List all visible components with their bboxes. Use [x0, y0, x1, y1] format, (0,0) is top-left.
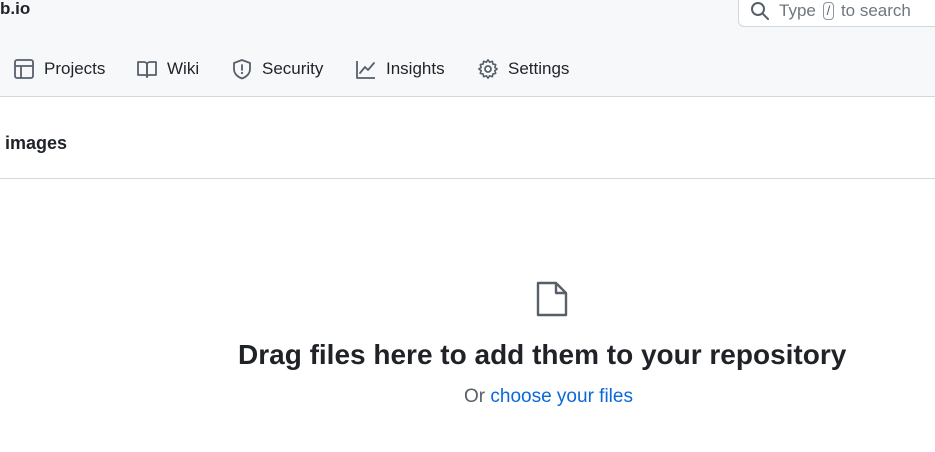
tab-security[interactable]: Security: [231, 52, 323, 86]
search-icon: [751, 2, 769, 20]
tab-settings[interactable]: Settings: [477, 52, 569, 86]
file-icon: [536, 281, 568, 317]
tab-projects-label: Projects: [44, 59, 106, 78]
gear-icon: [478, 59, 498, 79]
tab-insights-label: Insights: [386, 59, 445, 78]
tab-wiki[interactable]: Wiki: [136, 52, 199, 86]
graph-icon: [356, 61, 375, 79]
drop-subtitle: Or choose your files: [464, 385, 633, 409]
search-placeholder: Type / to search: [779, 1, 911, 21]
search-prefix: Type: [779, 1, 816, 20]
tab-projects[interactable]: Projects: [13, 52, 105, 86]
or-text: Or: [464, 386, 486, 407]
current-folder: images: [5, 133, 68, 153]
search-input[interactable]: Type / to search: [738, 0, 935, 27]
tab-insights[interactable]: Insights: [355, 52, 445, 86]
repo-name[interactable]: b.io: [0, 0, 30, 19]
book-icon: [137, 61, 157, 78]
breadcrumb: images: [0, 98, 935, 179]
tab-wiki-label: Wiki: [167, 59, 200, 78]
drop-title: Drag files here to add them to your repo…: [238, 339, 847, 370]
tab-settings-label: Settings: [508, 59, 570, 78]
table-icon: [14, 59, 34, 79]
tab-security-label: Security: [262, 59, 324, 78]
search-shortcut-key: /: [822, 2, 835, 20]
repo-header: b.io Type / to search Projects Wiki Secu…: [0, 0, 935, 97]
file-drop-zone[interactable]: Drag files here to add them to your repo…: [0, 179, 935, 452]
choose-files-link[interactable]: choose your files: [490, 386, 633, 407]
search-suffix: to search: [840, 1, 911, 20]
shield-icon: [233, 59, 251, 80]
